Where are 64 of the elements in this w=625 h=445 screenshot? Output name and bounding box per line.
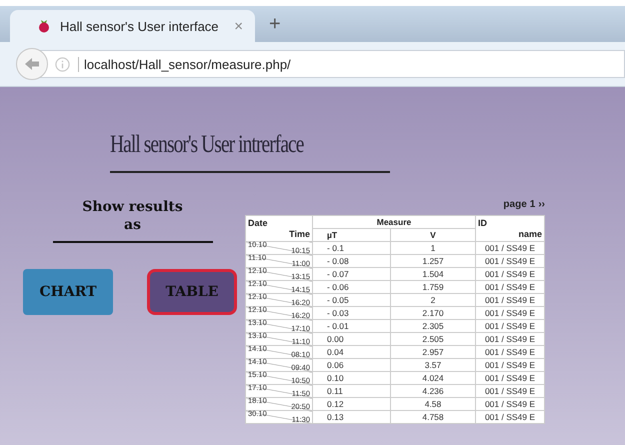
next-page-link[interactable]: ›› bbox=[538, 199, 545, 210]
table-cell: 4.758 bbox=[390, 410, 476, 424]
table-cell: 2.170 bbox=[390, 306, 476, 320]
page-label: page bbox=[503, 199, 527, 210]
table-cell: 0.04 bbox=[312, 346, 390, 358]
table-cell: 3.57 bbox=[390, 358, 476, 372]
table-cell: 001 / SS49 E bbox=[476, 398, 544, 410]
v-header: V bbox=[390, 228, 476, 242]
table-cell: 0.00 bbox=[312, 332, 390, 346]
table-cell: 001 / SS49 E bbox=[476, 294, 544, 306]
table-cell: 001 / SS49 E bbox=[476, 320, 544, 332]
table-cell: 0.11 bbox=[312, 384, 390, 398]
table-cell: 2 bbox=[390, 294, 476, 306]
table-cell: 001 / SS49 E bbox=[476, 268, 544, 280]
ut-header: µT bbox=[312, 228, 390, 242]
table-cell: 0.13 bbox=[312, 410, 390, 424]
back-button[interactable] bbox=[16, 48, 48, 80]
table-cell: 4.58 bbox=[390, 398, 476, 410]
address-bar[interactable]: localhost/Hall_sensor/measure.php/ bbox=[40, 50, 625, 78]
table-cell: 2.505 bbox=[390, 332, 476, 346]
table-cell: 0.12 bbox=[312, 398, 390, 410]
as-label: as bbox=[52, 215, 212, 243]
info-icon bbox=[55, 56, 70, 72]
table-cell: 4.236 bbox=[390, 384, 476, 398]
browser-tab[interactable]: Hall sensor's User interface × bbox=[10, 10, 255, 42]
table-cell: 001 / SS49 E bbox=[476, 346, 544, 358]
table-cell: - 0.06 bbox=[312, 280, 390, 294]
table-cell: 001 / SS49 E bbox=[476, 332, 544, 346]
table-cell: 0.06 bbox=[312, 358, 390, 372]
table-cell: 1.257 bbox=[390, 254, 476, 268]
table-cell: 1 bbox=[390, 242, 476, 254]
back-arrow-icon bbox=[24, 57, 40, 71]
date-header: Date bbox=[248, 218, 269, 228]
measure-header: Measure bbox=[312, 216, 476, 228]
table-cell: 001 / SS49 E bbox=[476, 254, 544, 268]
name-header: name bbox=[518, 228, 542, 240]
table-cell: - 0.07 bbox=[312, 268, 390, 280]
page-number[interactable]: 1 bbox=[530, 199, 536, 210]
table-cell: - 0.1 bbox=[312, 242, 390, 254]
new-tab-button[interactable]: + bbox=[269, 13, 281, 36]
tab-title: Hall sensor's User interface bbox=[60, 18, 220, 34]
table-cell: 001 / SS49 E bbox=[476, 410, 544, 424]
table-cell: 2.305 bbox=[390, 320, 476, 332]
table-cell: - 0.03 bbox=[312, 306, 390, 320]
show-results-label: Show results bbox=[81, 199, 183, 215]
time-header: Time bbox=[289, 228, 310, 240]
table-cell: 001 / SS49 E bbox=[476, 358, 544, 372]
table-cell: 001 / SS49 E bbox=[476, 242, 544, 254]
table-cell: 2.957 bbox=[390, 346, 476, 358]
table-cell: 001 / SS49 E bbox=[476, 280, 544, 294]
view-button[interactable]: CHART bbox=[23, 269, 113, 315]
table-cell: 001 / SS49 E bbox=[476, 384, 544, 398]
table-cell: 001 / SS49 E bbox=[476, 306, 544, 320]
raspberry-icon bbox=[38, 19, 50, 33]
table-cell: 001 / SS49 E bbox=[476, 372, 544, 384]
table-cell: - 0.08 bbox=[312, 254, 390, 268]
table-cell: - 0.05 bbox=[312, 294, 390, 306]
table-cell: 1.504 bbox=[390, 268, 476, 280]
table-cell: 1.759 bbox=[390, 280, 476, 294]
table-cell: - 0.01 bbox=[312, 320, 390, 332]
id-header: ID bbox=[478, 218, 488, 228]
table-cell: 4.024 bbox=[390, 372, 476, 384]
page-title: Hall sensor's User intrerface bbox=[110, 131, 305, 160]
table-cell: 0.10 bbox=[312, 372, 390, 384]
